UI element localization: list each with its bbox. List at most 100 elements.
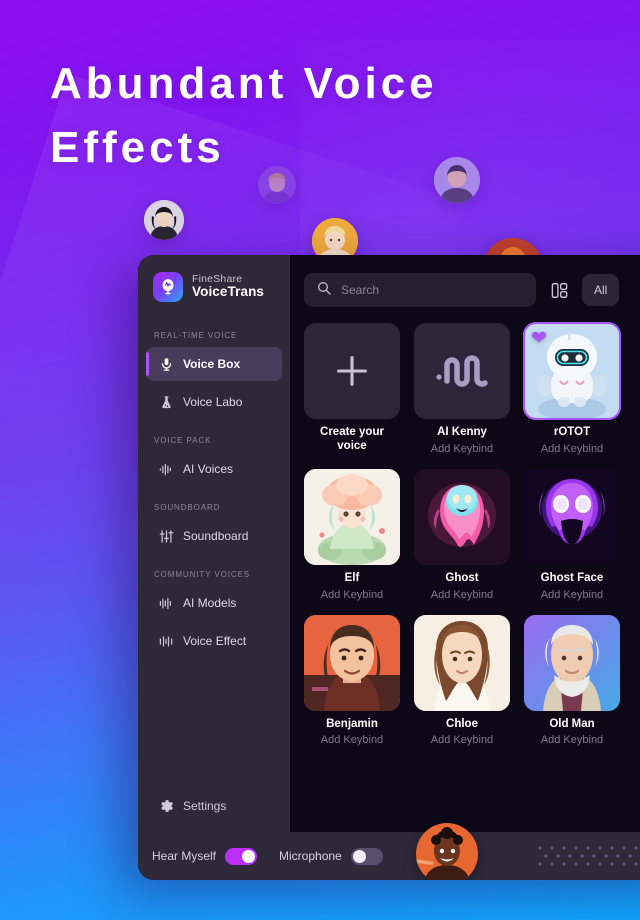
sidebar-item-voice-labo[interactable]: Voice Labo	[146, 385, 282, 419]
voice-card-thumb[interactable]	[414, 614, 510, 711]
nav-group-label-soundboard: SOUNDBOARD	[154, 503, 221, 512]
voice-card-title: Chloe	[446, 717, 478, 730]
microphone-control[interactable]: Microphone	[279, 847, 383, 865]
voice-card-ghost-face[interactable]: Ghost Face Add Keybind	[524, 468, 620, 601]
current-user-avatar[interactable]	[416, 823, 478, 880]
voice-card-thumb[interactable]	[304, 323, 400, 419]
sidebar-item-soundboard[interactable]: Soundboard	[146, 519, 282, 553]
floating-avatar-dark-haired-girl	[144, 200, 184, 240]
voice-card-keybind: Add Keybind	[540, 442, 604, 455]
benjamin-avatar-image	[304, 614, 400, 711]
sidebar-item-label: AI Models	[183, 596, 237, 610]
microphone-icon	[158, 356, 174, 372]
voice-card-thumb[interactable]	[304, 468, 400, 565]
voice-card-thumb[interactable]	[304, 614, 400, 711]
sidebar-item-label: Voice Labo	[183, 395, 243, 409]
gear-icon	[158, 798, 174, 814]
toggle-knob	[352, 849, 366, 863]
voice-card-keybind: Add Keybind	[320, 734, 384, 747]
voice-card-chloe[interactable]: Chloe Add Keybind	[414, 614, 510, 747]
voice-card-benjamin[interactable]: Benjamin Add Keybind	[304, 614, 400, 747]
brand-text: FineShare VoiceTrans	[192, 273, 265, 300]
ghost-face-avatar-image	[524, 468, 620, 565]
brand-product: VoiceTrans	[192, 284, 265, 300]
floating-avatar-young-man-faded	[434, 157, 480, 203]
voice-card-keybind: Add Keybind	[540, 734, 604, 747]
voice-card-thumb[interactable]	[414, 323, 510, 419]
microphone-toggle[interactable]	[350, 847, 383, 865]
sidebar: FineShare VoiceTrans REAL-TIME VOICE Voi…	[138, 255, 290, 832]
floating-avatar-blonde-woman-faded	[258, 166, 296, 204]
app-window: FineShare VoiceTrans REAL-TIME VOICE Voi…	[138, 255, 640, 880]
filter-all-button[interactable]: All	[582, 274, 620, 306]
voice-card-title: Ghost	[445, 571, 479, 584]
toggle-knob	[242, 849, 256, 863]
voice-card-keybind: Add Keybind	[430, 734, 494, 747]
sidebar-item-voice-box[interactable]: Voice Box	[146, 347, 282, 381]
voice-card-keybind: Add Keybind	[540, 588, 604, 601]
toolbar: Search All	[304, 273, 640, 307]
avatar-face-icon	[258, 166, 296, 204]
search-placeholder: Search	[341, 283, 380, 297]
dot-grid-icon	[532, 844, 640, 873]
hear-myself-toggle[interactable]	[225, 847, 258, 865]
voice-card-title: Ghost Face	[540, 571, 604, 584]
old-man-avatar-image	[524, 614, 620, 711]
voice-card-elf[interactable]: Elf Add Keybind	[304, 468, 400, 601]
audio-bars-icon	[158, 595, 174, 611]
sidebar-item-ai-voices[interactable]: AI Voices	[146, 452, 282, 486]
hero-title: Abundant Voice Effects	[50, 59, 438, 172]
voice-card-grid: Create your voice AI Kenny Add Keybind ❤…	[304, 322, 640, 747]
voice-card-ai-kenny[interactable]: AI Kenny Add Keybind	[414, 323, 510, 455]
sidebar-item-label: AI Voices	[183, 462, 234, 476]
voice-card-title: Benjamin	[326, 717, 378, 730]
voice-card-keybind: Add Keybind	[430, 442, 494, 455]
elf-avatar-image	[304, 468, 400, 565]
plus-icon	[337, 356, 367, 386]
favorite-heart-icon[interactable]: ❤	[531, 329, 547, 348]
search-icon	[316, 280, 332, 301]
sliders-icon	[158, 528, 174, 544]
voice-card-title: Create your voice	[320, 426, 384, 452]
voice-card-ghost[interactable]: Ghost Add Keybind	[414, 468, 510, 601]
waveform-icon	[436, 355, 488, 387]
voice-card-create-your-voice[interactable]: Create your voice	[304, 323, 400, 455]
voice-card-title: Old Man	[549, 717, 595, 730]
voice-card-thumb[interactable]	[524, 468, 620, 565]
nav-group-label-real-time-voice: REAL-TIME VOICE	[154, 331, 238, 340]
voice-card-thumb[interactable]: ❤	[523, 322, 621, 420]
voice-card-old-man[interactable]: Old Man Add Keybind	[524, 614, 620, 747]
brand: FineShare VoiceTrans	[138, 255, 290, 318]
microphone-label: Microphone	[279, 849, 342, 863]
hear-myself-control[interactable]: Hear Myself	[152, 847, 258, 865]
voice-card-thumb[interactable]	[524, 614, 620, 711]
equalizer-icon	[158, 633, 174, 649]
sidebar-item-label: Voice Box	[183, 357, 241, 371]
voice-card-title: AI Kenny	[437, 426, 487, 438]
voice-card-title: rOTOT	[553, 426, 591, 438]
app-logo	[153, 272, 183, 302]
promo-screenshot: Abundant Voice Effects FineShare VoiceTr…	[0, 0, 640, 920]
sidebar-item-ai-models[interactable]: AI Models	[146, 586, 282, 620]
settings-label: Settings	[183, 799, 227, 813]
sidebar-item-label: Soundboard	[183, 529, 249, 543]
flask-icon	[158, 394, 174, 410]
voice-card-keybind: Add Keybind	[430, 588, 494, 601]
voice-card-thumb[interactable]	[414, 468, 510, 565]
sidebar-item-settings[interactable]: Settings	[138, 790, 290, 822]
avatar-face-icon	[416, 823, 478, 880]
avatar-face-icon	[434, 157, 480, 203]
waveform-icon	[158, 461, 174, 477]
sidebar-item-label: Voice Effect	[183, 634, 247, 648]
chloe-avatar-image	[414, 614, 510, 711]
avatar-face-icon	[144, 200, 184, 240]
sidebar-item-voice-effect[interactable]: Voice Effect	[146, 624, 282, 658]
ghost-avatar-image	[414, 468, 510, 565]
voice-card-rotot[interactable]: ❤ rOTOT Add Keybind	[523, 322, 621, 455]
search-input[interactable]: Search	[304, 273, 536, 307]
layout-grid-icon[interactable]	[548, 279, 570, 301]
hear-myself-label: Hear Myself	[152, 849, 217, 863]
bottom-bar: Hear Myself Microphone	[138, 823, 640, 880]
nav-group-label-community-voices: COMMUNITY VOICES	[154, 570, 251, 579]
